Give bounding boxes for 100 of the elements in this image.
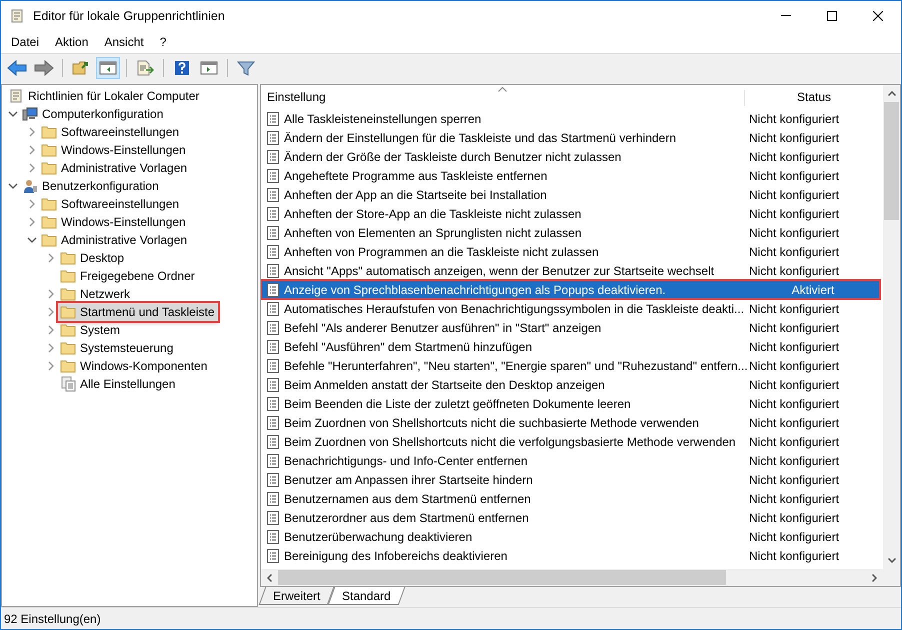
table-row[interactable]: Angeheftete Programme aus Taskleiste entfernen Nicht konfiguriert: [261, 166, 883, 185]
tree-item[interactable]: Windows-Komponenten: [58, 357, 210, 375]
setting-status: Nicht konfiguriert: [749, 528, 840, 546]
tree-item[interactable]: Windows-Einstellungen: [39, 213, 189, 231]
table-row[interactable]: Alle Taskleisteneinstellungen sperren Nicht konfiguriert: [261, 109, 883, 128]
menu-item[interactable]: Aktion: [49, 32, 94, 52]
table-row[interactable]: Benutzer am Anpassen ihrer Startseite hindern Nicht konfiguriert: [261, 470, 883, 489]
scroll-up-icon: [888, 91, 896, 96]
policy-setting-icon: [267, 396, 279, 410]
table-row[interactable]: Anheften der Store-App an die Taskleiste nicht zulassen Nicht konfiguriert: [261, 204, 883, 223]
horizontal-scrollbar[interactable]: [261, 569, 883, 586]
tree-item[interactable]: Systemsteuerung: [58, 339, 176, 357]
table-row[interactable]: Beim Beenden die Liste der zuletzt geöffneten Dokumente leeren Nicht konfiguriert: [261, 394, 883, 413]
table-row[interactable]: Bereinigung des Infobereichs deaktivieren Nicht konfiguriert: [261, 546, 883, 565]
policy-setting-icon: [267, 416, 279, 430]
table-row[interactable]: Automatisches Heraufstufen von Benachrichtigungssymbolen in die Taskleiste deakti... Nicht konfiguriert: [261, 299, 883, 318]
close-icon: [873, 11, 883, 21]
tree-item[interactable]: Netzwerk: [58, 285, 134, 303]
scroll-thumb[interactable]: [278, 570, 726, 585]
minimize-icon: [781, 15, 791, 17]
tree-item[interactable]: Alle Einstellungen: [58, 375, 178, 393]
tree-item[interactable]: Administrative Vorlagen: [39, 231, 190, 249]
setting-status: Nicht konfiguriert: [749, 490, 840, 508]
setting-name: Benutzer am Anpassen ihrer Startseite hindern: [283, 472, 534, 488]
setting-name: Benutzerordner aus dem Startmenü entfernen: [283, 510, 530, 526]
help-icon: [174, 60, 190, 76]
table-row[interactable]: Anheften von Elementen an Sprunglisten nicht zulassen Nicht konfiguriert: [261, 223, 883, 242]
view-tab[interactable]: Erweitert: [258, 587, 335, 605]
table-row[interactable]: Anheften von Programmen an die Taskleiste nicht zulassen Nicht konfiguriert: [261, 242, 883, 261]
tree-item[interactable]: Benutzerkonfiguration: [20, 177, 162, 195]
table-row[interactable]: Befehl "Als anderer Benutzer ausführen" in "Start" anzeigen Nicht konfiguriert: [261, 318, 883, 337]
export-list-icon: [136, 60, 154, 76]
settings-list-icon: [60, 376, 76, 392]
policy-setting-icon: [267, 358, 279, 372]
collapse-chevron-icon[interactable]: [25, 235, 39, 245]
scroll-left-icon: [267, 574, 272, 582]
policy-setting-icon: [267, 434, 279, 448]
table-row[interactable]: Anzeige von Sprechblasenbenachrichtigungen als Popups deaktivieren. Aktiviert: [261, 280, 880, 299]
setting-status: Nicht konfiguriert: [749, 168, 840, 184]
policy-setting-icon: [267, 188, 279, 202]
setting-name: Beim Anmelden anstatt der Startseite den Desktop anzeigen: [283, 376, 606, 394]
table-row[interactable]: Anheften der App an die Startseite bei Installation Nicht konfiguriert: [261, 185, 883, 204]
policy-setting-icon: [267, 226, 279, 240]
policy-setting-icon: [267, 282, 279, 296]
setting-name: Anzeige von Sprechblasenbenachrichtigungen als Popups deaktivieren.: [283, 282, 667, 298]
toolbar-button[interactable]: [96, 56, 120, 78]
policy-setting-icon: [267, 150, 279, 164]
tree-item[interactable]: Startmenü und Taskleiste: [58, 303, 218, 321]
setting-name: Benutzerüberwachung deaktivieren: [283, 528, 474, 546]
window-pane-icon: [200, 60, 218, 76]
policy-setting-icon: [267, 320, 279, 334]
scroll-icon: [9, 8, 25, 24]
setting-name: Angeheftete Programme aus Taskleiste entfernen: [283, 168, 548, 184]
table-row[interactable]: Benutzernamen aus dem Startmenü entfernen Nicht konfiguriert: [261, 489, 883, 508]
setting-name: Ansicht "Apps" automatisch anzeigen, wenn der Benutzer zur Startseite wechselt: [283, 262, 716, 280]
scroll-thumb[interactable]: [884, 102, 899, 220]
table-row[interactable]: Benutzerordner aus dem Startmenü entfernen Nicht konfiguriert: [261, 508, 883, 527]
setting-name: Beim Zuordnen von Shellshortcuts nicht die verfolgungsbasierte Methode verwenden: [283, 434, 737, 450]
tree-item[interactable]: Windows-Einstellungen: [39, 141, 189, 159]
policy-setting-icon: [267, 378, 279, 392]
tree-item[interactable]: Desktop: [58, 249, 128, 267]
menu-item[interactable]: ?: [154, 32, 172, 52]
collapse-chevron-icon[interactable]: [6, 181, 20, 191]
column-header[interactable]: Status: [745, 88, 883, 106]
folder-icon: [41, 161, 57, 175]
table-row[interactable]: Beim Zuordnen von Shellshortcuts nicht die verfolgungsbasierte Methode verwenden Nicht konfiguriert: [261, 432, 883, 451]
table-row[interactable]: Befehle "Herunterfahren", "Neu starten", "Energie sparen" und "Ruhezustand" entfern...Nicht konfiguriert: [261, 356, 883, 375]
table-row[interactable]: Benachrichtigungs- und Info-Center entfernen Nicht konfiguriert: [261, 451, 883, 470]
folder-icon: [41, 125, 57, 139]
tree-item[interactable]: Softwareeinstellungen: [39, 195, 182, 213]
folder-icon: [41, 233, 57, 247]
window-pane-icon: [99, 60, 117, 76]
table-row[interactable]: Ansicht "Apps" automatisch anzeigen, wenn der Benutzer zur Startseite wechselt Nicht konfiguriert: [261, 261, 883, 280]
table-row[interactable]: Befehl "Ausführen" dem Startmenü hinzufügen Nicht konfiguriert: [261, 337, 883, 356]
computer-icon: [22, 106, 38, 122]
setting-status: Nicht konfiguriert: [749, 130, 840, 146]
vertical-scrollbar[interactable]: [883, 85, 900, 586]
collapse-chevron-icon[interactable]: [6, 109, 20, 119]
setting-status: Nicht konfiguriert: [749, 338, 840, 356]
column-header[interactable]: Einstellung: [261, 88, 744, 106]
table-row[interactable]: Ändern der Einstellungen für die Taskleiste und das Startmenü verhindern Nicht konfiguriert: [261, 128, 883, 147]
setting-name: Anheften von Elementen an Sprunglisten nicht zulassen: [283, 224, 583, 242]
menu-item[interactable]: Datei: [5, 32, 46, 52]
menu-item[interactable]: Ansicht: [98, 32, 150, 52]
tree-item[interactable]: Freigegebene Ordner: [58, 267, 198, 285]
table-row[interactable]: Benutzerüberwachung deaktivieren Nicht konfiguriert: [261, 527, 883, 546]
tree-item[interactable]: Richtlinien für Lokaler Computer: [6, 87, 202, 105]
setting-status: Nicht konfiguriert: [749, 472, 840, 488]
tree-item[interactable]: Softwareeinstellungen: [39, 123, 182, 141]
tree-item[interactable]: Administrative Vorlagen: [39, 159, 190, 177]
setting-status: Nicht konfiguriert: [749, 396, 840, 412]
table-row[interactable]: Ändern der Größe der Taskleiste durch Benutzer nicht zulassen Nicht konfiguriert: [261, 147, 883, 166]
tree-item[interactable]: System: [58, 321, 124, 339]
folder-icon: [60, 251, 76, 265]
table-row[interactable]: Beim Zuordnen von Shellshortcuts nicht die suchbasierte Methode verwenden Nicht konfiguriert: [261, 413, 883, 432]
setting-status: Nicht konfiguriert: [749, 434, 840, 450]
view-tab[interactable]: Standard: [328, 587, 406, 605]
tree-item[interactable]: Computerkonfiguration: [20, 105, 166, 123]
user-icon: [22, 178, 38, 194]
table-row[interactable]: Beim Anmelden anstatt der Startseite den Desktop anzeigen Nicht konfiguriert: [261, 375, 883, 394]
